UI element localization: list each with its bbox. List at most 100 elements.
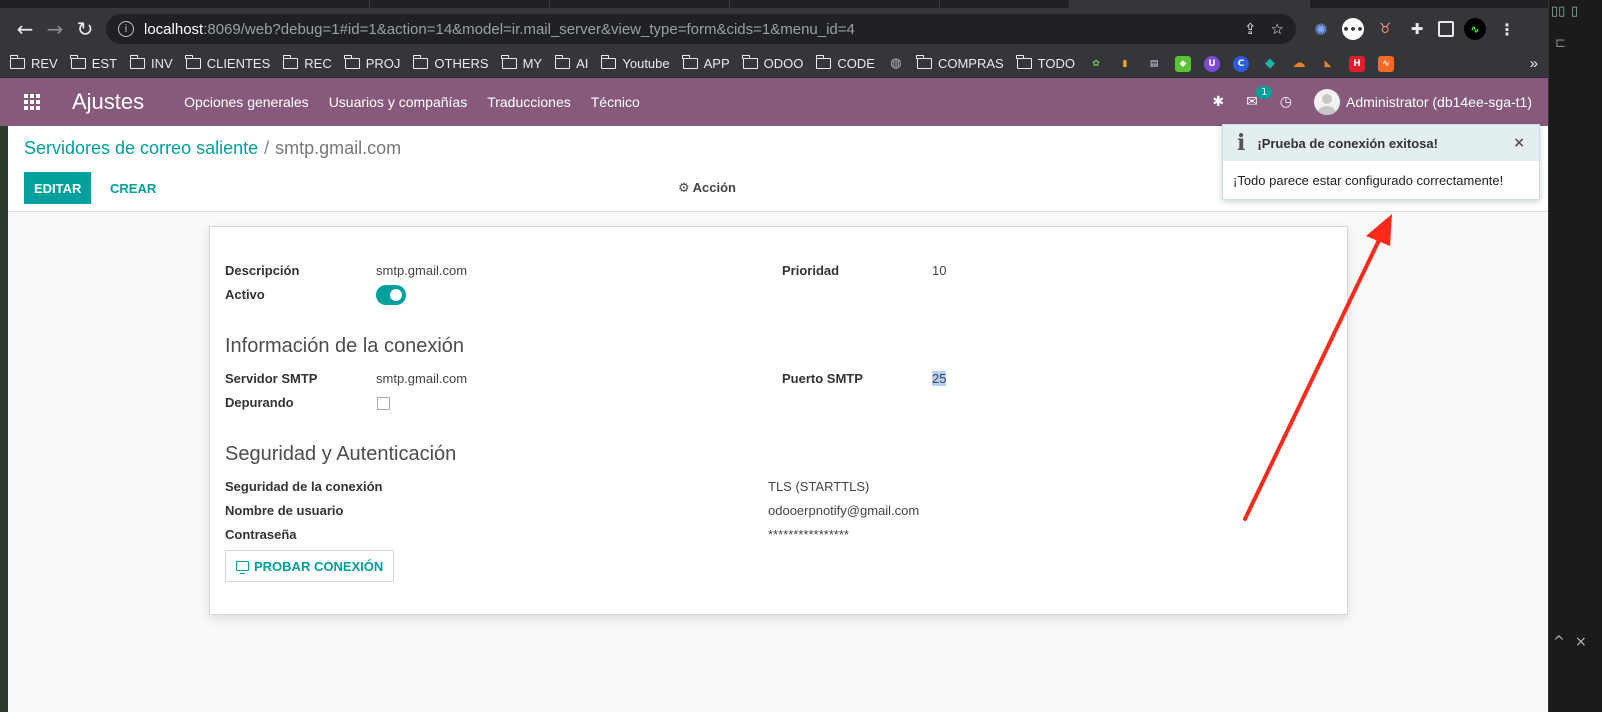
activity-clock-icon[interactable]: ◷	[1280, 94, 1292, 110]
breadcrumb-parent-link[interactable]: Servidores de correo saliente	[24, 138, 258, 158]
create-button[interactable]: CREAR	[100, 172, 166, 204]
bookmark-wave-icon[interactable]: ∿	[1378, 55, 1394, 72]
bookmark-flame-icon[interactable]: ◣	[1320, 56, 1336, 72]
back-icon[interactable]: ←	[10, 14, 40, 44]
folder-icon	[1016, 55, 1032, 69]
priority-label: Prioridad	[782, 263, 840, 278]
browser-tab[interactable]	[120, 0, 370, 8]
bookmark-parrot-icon[interactable]: ✿	[1088, 56, 1104, 72]
browser-tab[interactable]	[550, 0, 730, 8]
browser-tab[interactable]	[730, 0, 940, 8]
bookmark-folder[interactable]: REC	[282, 55, 332, 71]
split-pane-icon[interactable]: ▯▯	[1551, 4, 1565, 19]
bookmark-folder[interactable]: MY	[501, 55, 542, 71]
extensions-row: ✺ ••• ♉ ✚ ∿ ⋮	[1310, 18, 1518, 40]
avatar	[1314, 89, 1341, 115]
info-icon: i	[1237, 130, 1246, 156]
browser-menu-icon[interactable]: ⋮	[1496, 18, 1518, 40]
forward-icon[interactable]: →	[40, 14, 70, 44]
url-path: :8069/web?debug=1#id=1&action=14&model=i…	[203, 20, 855, 38]
bookmark-folder[interactable]: AI	[554, 55, 588, 71]
bookmark-folder[interactable]: APP	[682, 55, 730, 71]
browser-tab[interactable]	[370, 0, 550, 8]
extension-pig-icon[interactable]: ♉	[1374, 18, 1396, 40]
bookmark-folder[interactable]: CLIENTES	[185, 55, 270, 71]
edit-button[interactable]: EDITAR	[24, 172, 92, 204]
extension-chat-icon[interactable]: •••	[1342, 18, 1364, 40]
form-sheet: Descripción smtp.gmail.com Activo Priori…	[209, 226, 1348, 615]
url-input[interactable]: i localhost:8069/web?debug=1#id=1&action…	[106, 14, 1296, 44]
active-toggle[interactable]	[376, 285, 406, 305]
priority-field[interactable]: 10	[932, 263, 946, 278]
chevron-up-icon[interactable]: ^	[1553, 634, 1565, 650]
folder-icon	[344, 55, 360, 69]
password-field[interactable]: ****************	[768, 527, 849, 542]
password-label: Contraseña	[225, 527, 297, 542]
action-dropdown[interactable]: ⚙ Acción	[678, 180, 736, 196]
connection-security-field[interactable]: TLS (STARTTLS)	[768, 479, 869, 494]
background-editor-strip: ▯▯ ▯ ⊏ ^ ×	[1548, 0, 1602, 712]
panel-icon[interactable]: ▯	[1571, 4, 1578, 19]
bookmark-folder[interactable]: Youtube	[600, 55, 670, 71]
layout-icon[interactable]: ⊏	[1555, 36, 1566, 51]
bookmark-u-icon[interactable]: U	[1204, 55, 1220, 72]
test-connection-button[interactable]: PROBAR CONEXIÓN	[225, 550, 395, 582]
bookmark-c-icon[interactable]: C	[1233, 55, 1249, 72]
folder-icon	[129, 55, 146, 69]
description-field[interactable]: smtp.gmail.com	[376, 263, 467, 278]
bookmark-folder[interactable]: COMPRAS	[916, 55, 1004, 71]
browser-tab[interactable]	[940, 0, 1070, 8]
menu-translations[interactable]: Traducciones	[487, 94, 571, 110]
bookmark-teal-icon[interactable]: ◆	[1262, 56, 1278, 72]
sidepanel-icon[interactable]	[1438, 21, 1454, 37]
bookmarks-more-icon[interactable]: »	[1530, 55, 1538, 72]
systray: ✱ ✉ 1 ◷ Administrator (db14ee-sga-t1)	[1212, 86, 1532, 115]
bookmark-folder[interactable]: CODE	[815, 55, 875, 71]
active-label: Activo	[225, 287, 265, 302]
bookmark-star-icon[interactable]: ☆	[1271, 20, 1284, 38]
extension-gear-icon[interactable]: ✺	[1310, 18, 1332, 40]
close-icon[interactable]: ×	[1513, 135, 1525, 151]
bookmark-folder[interactable]: REV	[9, 55, 58, 71]
user-menu[interactable]: Administrator (db14ee-sga-t1)	[1314, 89, 1532, 115]
reload-icon[interactable]: ↻	[70, 14, 100, 44]
apps-grid-icon[interactable]	[24, 94, 40, 110]
smtp-port-field[interactable]: 25	[932, 371, 947, 386]
app-title[interactable]: Ajustes	[72, 89, 144, 115]
gear-icon: ⚙	[678, 181, 690, 196]
bookmark-analytics-icon[interactable]: ▮	[1117, 56, 1133, 72]
extension-wave-icon[interactable]: ∿	[1464, 18, 1486, 40]
username-field[interactable]: odooerpnotify@gmail.com	[768, 503, 919, 518]
smtp-server-field[interactable]: smtp.gmail.com	[376, 371, 467, 386]
debugging-checkbox[interactable]	[377, 397, 390, 410]
notification-toast: i ¡Prueba de conexión exitosa! × ¡Todo p…	[1222, 124, 1540, 200]
bookmark-folder[interactable]: ODOO	[742, 55, 803, 71]
menu-general-settings[interactable]: Opciones generales	[184, 94, 309, 110]
bookmark-cloud-icon[interactable]: ☁	[1291, 56, 1307, 72]
folder-icon	[815, 55, 832, 69]
address-bar-row: ← → ↻ i localhost:8069/web?debug=1#id=1&…	[0, 8, 1548, 50]
breadcrumb-separator: /	[264, 138, 270, 158]
messages-icon[interactable]: ✉ 1	[1246, 86, 1273, 110]
bookmark-folder[interactable]: TODO	[1016, 55, 1075, 71]
share-icon[interactable]: ⇪	[1244, 20, 1257, 38]
globe-icon[interactable]: ◍	[888, 56, 904, 72]
bookmark-folder[interactable]: INV	[129, 55, 173, 71]
debug-bug-icon[interactable]: ✱	[1212, 94, 1224, 110]
bookmark-folder[interactable]: EST	[70, 55, 117, 71]
username-label: Nombre de usuario	[225, 503, 344, 518]
menu-technical[interactable]: Técnico	[591, 94, 640, 110]
bookmark-store-icon[interactable]: ▤	[1146, 56, 1162, 72]
menu-users-companies[interactable]: Usuarios y compañías	[329, 94, 468, 110]
bookmark-folder[interactable]: PROJ	[344, 55, 400, 71]
folder-icon	[682, 55, 698, 69]
close-panel-icon[interactable]: ×	[1575, 634, 1587, 650]
site-info-icon[interactable]: i	[118, 21, 134, 37]
debugging-label: Depurando	[225, 395, 294, 410]
odoo-navbar: Ajustes Opciones generales Usuarios y co…	[0, 78, 1548, 126]
bookmark-folder[interactable]: OTHERS	[412, 55, 489, 71]
browser-tab-active[interactable]	[1070, 0, 1310, 8]
bookmark-h-icon[interactable]: H	[1349, 55, 1365, 72]
bookmark-diamond-icon[interactable]: ◆	[1175, 55, 1191, 72]
extensions-puzzle-icon[interactable]: ✚	[1406, 18, 1428, 40]
